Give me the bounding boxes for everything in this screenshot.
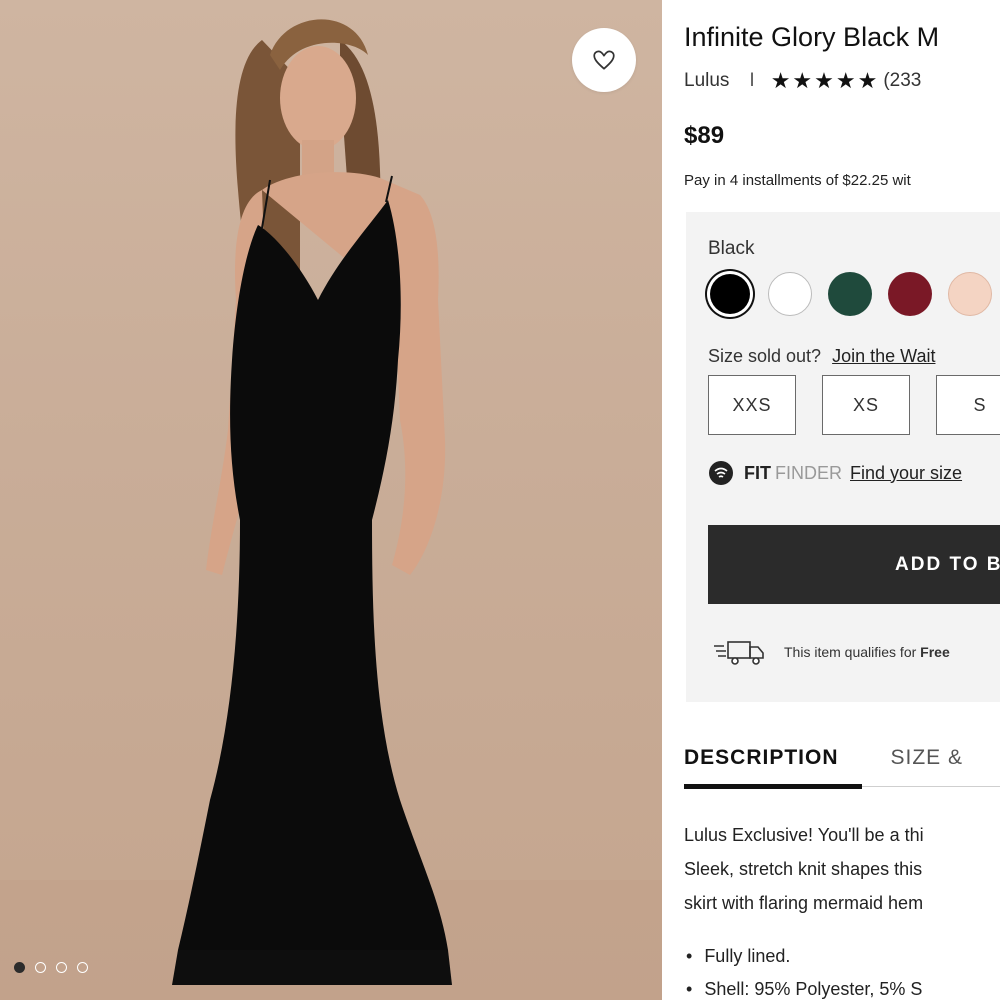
price: $89 xyxy=(684,122,725,149)
bullet-item: Fully lined. xyxy=(684,940,922,973)
star-rating[interactable]: ★★★★★ xyxy=(771,68,880,94)
delivery-truck-icon xyxy=(714,641,764,665)
separator: I xyxy=(749,70,755,91)
swatch-white[interactable] xyxy=(768,272,812,316)
add-to-bag-button[interactable]: ADD TO B xyxy=(708,525,1000,604)
shipping-text: This item qualifies for xyxy=(784,644,917,660)
finder-label: FINDER xyxy=(775,462,842,483)
description-line: Lulus Exclusive! You'll be a thi xyxy=(684,825,924,845)
gallery-pagination xyxy=(14,962,88,973)
info-tabs: DESCRIPTION SIZE & xyxy=(684,746,963,770)
model-photo xyxy=(0,19,662,1000)
product-title: Infinite Glory Black M xyxy=(684,22,940,52)
tab-size-fit[interactable]: SIZE & xyxy=(891,746,964,770)
shipping-bold: Free xyxy=(920,644,950,660)
swatch-black[interactable] xyxy=(710,274,750,314)
selected-color-label: Black xyxy=(708,238,755,259)
gallery-dot[interactable] xyxy=(56,962,67,973)
description-bullets: Fully lined. Shell: 95% Polyester, 5% S xyxy=(684,940,922,1006)
gallery-dot[interactable] xyxy=(35,962,46,973)
wishlist-button[interactable] xyxy=(572,28,636,92)
installments-text: Pay in 4 installments of $22.25 wit xyxy=(684,172,911,189)
find-your-size-link[interactable]: Find your size xyxy=(850,463,962,484)
tab-active-indicator xyxy=(684,784,862,789)
brand-rating-line: Lulus I ★★★★★ (233 xyxy=(684,68,921,94)
description-line: skirt with flaring mermaid hem xyxy=(684,893,924,913)
fit-label: FIT xyxy=(744,462,771,483)
gallery-dot[interactable] xyxy=(14,962,25,973)
swatch-green[interactable] xyxy=(828,272,872,316)
tab-description[interactable]: DESCRIPTION xyxy=(684,746,839,770)
product-description: Lulus Exclusive! You'll be a thi Sleek, … xyxy=(684,818,924,920)
swatch-blush[interactable] xyxy=(948,272,992,316)
bullet-item: Shell: 95% Polyester, 5% S xyxy=(684,973,922,1006)
color-swatches xyxy=(708,272,992,316)
size-options: XXS XS S xyxy=(708,375,1000,435)
product-image[interactable] xyxy=(0,0,662,1000)
fit-finder-icon xyxy=(709,461,733,485)
size-button-xxs[interactable]: XXS xyxy=(708,375,796,435)
swatch-burgundy[interactable] xyxy=(888,272,932,316)
fit-finder-line: FIT FINDER Find your size xyxy=(708,460,962,486)
size-button-xs[interactable]: XS xyxy=(822,375,910,435)
size-button-s[interactable]: S xyxy=(936,375,1000,435)
review-count[interactable]: (233 xyxy=(883,70,921,92)
heart-icon xyxy=(593,50,615,70)
gallery-dot[interactable] xyxy=(77,962,88,973)
free-shipping-line: This item qualifies for Free xyxy=(712,636,950,668)
description-line: Sleek, stretch knit shapes this xyxy=(684,859,923,879)
size-sold-out-line: Size sold out? Join the Wait xyxy=(708,346,935,367)
brand-link[interactable]: Lulus xyxy=(684,70,729,92)
size-sold-out-text: Size sold out? xyxy=(708,346,822,366)
join-waitlist-link[interactable]: Join the Wait xyxy=(832,346,935,366)
